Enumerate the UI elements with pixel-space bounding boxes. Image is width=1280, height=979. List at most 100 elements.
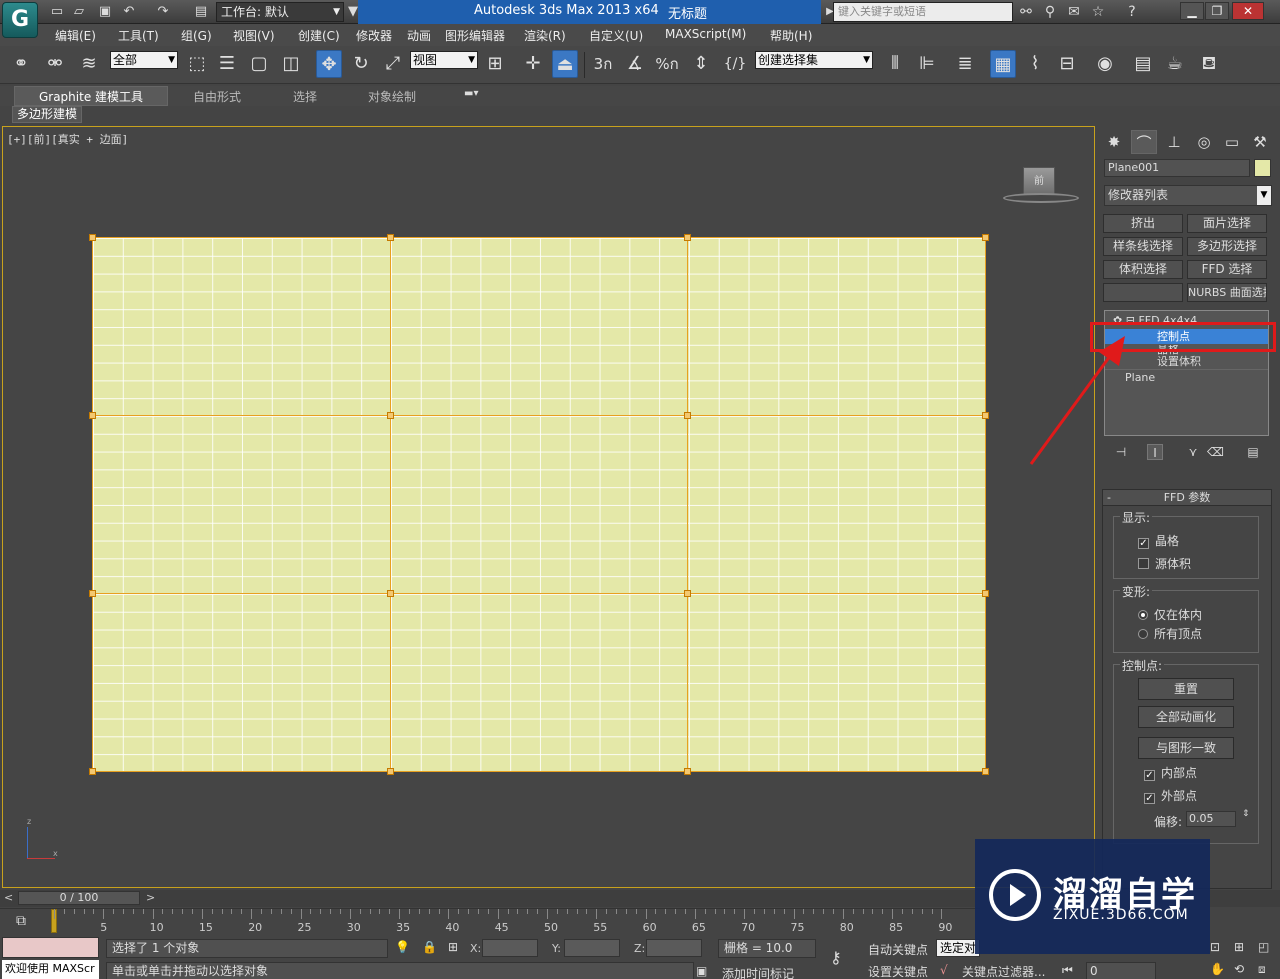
source-volume-checkbox[interactable]: 源体积 (1138, 555, 1191, 572)
spinner-snap-icon[interactable]: ⇕ (688, 50, 714, 78)
control-point[interactable] (684, 768, 691, 775)
remove-modifier-icon[interactable]: ⌫ (1207, 444, 1224, 460)
animate-all-button[interactable]: 全部动画化 (1138, 706, 1234, 728)
graphite-toggle-icon[interactable]: ▦ (990, 50, 1016, 78)
viewcube-ring[interactable] (1003, 193, 1079, 203)
reset-button[interactable]: 重置 (1138, 678, 1234, 700)
app-logo[interactable]: G (2, 2, 38, 38)
outside-points-checkbox[interactable]: ✓ 外部点 (1144, 787, 1197, 804)
spinner-arrows-icon[interactable]: ⇕ (1242, 809, 1250, 819)
control-point[interactable] (89, 412, 96, 419)
binoculars-icon[interactable]: ⚯ (1017, 3, 1035, 21)
undo-icon[interactable]: ↶ (120, 3, 138, 21)
select-and-rotate-icon[interactable]: ↻ (348, 50, 374, 78)
control-point[interactable] (982, 768, 989, 775)
control-point[interactable] (982, 412, 989, 419)
new-file-icon[interactable]: ▭ (48, 3, 66, 21)
render-setup-icon[interactable]: ▤ (1130, 50, 1156, 78)
polygon-modeling-tab[interactable]: 多边形建模 (12, 106, 82, 123)
tab-selection[interactable]: 选择 (293, 88, 317, 105)
select-manipulate-icon[interactable]: ✛ (520, 50, 546, 78)
menu-views[interactable]: 视图(V) (233, 27, 275, 44)
menu-create[interactable]: 创建(C) (298, 27, 340, 44)
lock-selection-icon[interactable]: 🔒 (422, 940, 437, 954)
control-point[interactable] (684, 234, 691, 241)
maximize-viewport-icon[interactable]: ⧈ (1258, 962, 1266, 977)
modifier-list-select[interactable]: 修改器列表 ▼ (1104, 185, 1272, 206)
schematic-view-icon[interactable]: ⊟ (1054, 50, 1080, 78)
pivot-center-icon[interactable]: ⊞ (482, 50, 508, 78)
tab-graphite-modeling[interactable]: Graphite 建模工具 (14, 86, 168, 106)
display-tab-icon[interactable]: ▭ (1219, 130, 1245, 154)
named-selection-select[interactable]: 创建选择集 ▼ (755, 51, 873, 69)
layer-manager-icon[interactable]: ≣ (952, 50, 978, 78)
absolute-mode-icon[interactable]: ⊞ (448, 940, 458, 954)
control-point[interactable] (387, 234, 394, 241)
menu-animation[interactable]: 动画 (407, 27, 431, 44)
create-tab-icon[interactable]: ✸ (1101, 130, 1127, 154)
control-point[interactable] (89, 234, 96, 241)
tab-freeform[interactable]: 自由形式 (193, 88, 241, 105)
object-name-field[interactable]: Plane001 (1104, 159, 1250, 177)
control-point[interactable] (684, 590, 691, 597)
next-frame-icon[interactable]: > (146, 891, 155, 904)
subscription-icon[interactable]: ⚲ (1041, 3, 1059, 21)
z-coord-input[interactable] (646, 939, 702, 957)
offset-spinner[interactable]: 0.05 (1186, 811, 1236, 827)
close-button[interactable]: ✕ (1232, 2, 1264, 20)
show-end-result-icon[interactable]: I (1147, 444, 1163, 460)
viewport-label[interactable]: [+][前][真实 + 边面] (7, 131, 128, 147)
menu-modifiers[interactable]: 修改器 (356, 27, 392, 44)
menu-help[interactable]: 帮助(H) (770, 27, 812, 44)
snaps-toggle-icon[interactable]: 3ก (590, 50, 616, 78)
favorites-star-icon[interactable]: ☆ (1089, 3, 1107, 21)
menu-customize[interactable]: 自定义(U) (589, 27, 643, 44)
time-tag-icon[interactable]: ▣ (696, 964, 707, 978)
menu-maxscript[interactable]: MAXScript(M) (665, 27, 746, 41)
control-point[interactable] (387, 768, 394, 775)
window-crossing-icon[interactable]: ◫ (278, 50, 304, 78)
modifier-button-nurbs-select[interactable]: NURBS 曲面选择 (1187, 283, 1267, 302)
control-point[interactable] (982, 234, 989, 241)
goto-start-icon[interactable]: ⏮ (1062, 963, 1073, 978)
motion-tab-icon[interactable]: ◎ (1191, 130, 1217, 154)
hierarchy-tab-icon[interactable]: ⊥ (1161, 130, 1187, 154)
communication-icon[interactable]: ✉ (1065, 3, 1083, 21)
redo-icon[interactable]: ↷ (154, 3, 172, 21)
modifier-button-ffd-select[interactable]: FFD 选择 (1187, 260, 1267, 279)
edit-named-selection-icon[interactable]: {/} (722, 50, 748, 78)
front-viewport[interactable]: [+][前][真实 + 边面] 前 z x (2, 126, 1095, 888)
auto-key-button[interactable]: 自动关键点 (868, 941, 928, 958)
project-folder-icon[interactable]: ▤ (192, 3, 210, 21)
modifier-button-extrude[interactable]: 挤出 (1103, 214, 1183, 233)
modifier-button-volume-select[interactable]: 体积选择 (1103, 260, 1183, 279)
mirror-icon[interactable]: ⫴ (882, 50, 908, 78)
maximize-button[interactable]: ❐ (1205, 2, 1229, 20)
open-file-icon[interactable]: ▱ (70, 3, 88, 21)
select-and-move-icon[interactable]: ✥ (316, 50, 342, 78)
fov-icon[interactable]: ◰ (1258, 940, 1269, 954)
modifier-button-empty[interactable] (1103, 283, 1183, 302)
render-production-icon[interactable]: ⛾ (1196, 50, 1222, 78)
plane-object[interactable] (92, 237, 986, 772)
isolate-icon[interactable]: 💡 (395, 940, 410, 954)
help-icon[interactable]: ? (1123, 3, 1141, 21)
configure-sets-icon[interactable]: ▤ (1245, 444, 1261, 460)
ribbon-options-icon[interactable]: ▬▾ (464, 88, 478, 99)
angle-snap-icon[interactable]: ∡ (622, 50, 648, 78)
control-point[interactable] (387, 412, 394, 419)
utilities-tab-icon[interactable]: ⚒ (1247, 130, 1273, 154)
control-point[interactable] (982, 590, 989, 597)
rendered-frame-icon[interactable]: ☕ (1162, 50, 1188, 78)
bind-space-warp-icon[interactable]: ≋ (76, 50, 102, 78)
maxscript-welcome[interactable]: 欢迎使用 MAXScr (2, 960, 99, 979)
y-coord-input[interactable] (564, 939, 620, 957)
select-and-link-icon[interactable]: ⚭ (8, 50, 34, 78)
keyboard-shortcut-override-icon[interactable]: ⏏ (552, 50, 578, 78)
control-point[interactable] (89, 768, 96, 775)
set-key-mode-icon[interactable]: ⚷ (830, 948, 842, 967)
add-time-tag[interactable]: 添加时间标记 (722, 965, 794, 979)
modifier-button-poly-select[interactable]: 多边形选择 (1187, 237, 1267, 256)
tab-object-paint[interactable]: 对象绘制 (368, 88, 416, 105)
x-coord-input[interactable] (482, 939, 538, 957)
